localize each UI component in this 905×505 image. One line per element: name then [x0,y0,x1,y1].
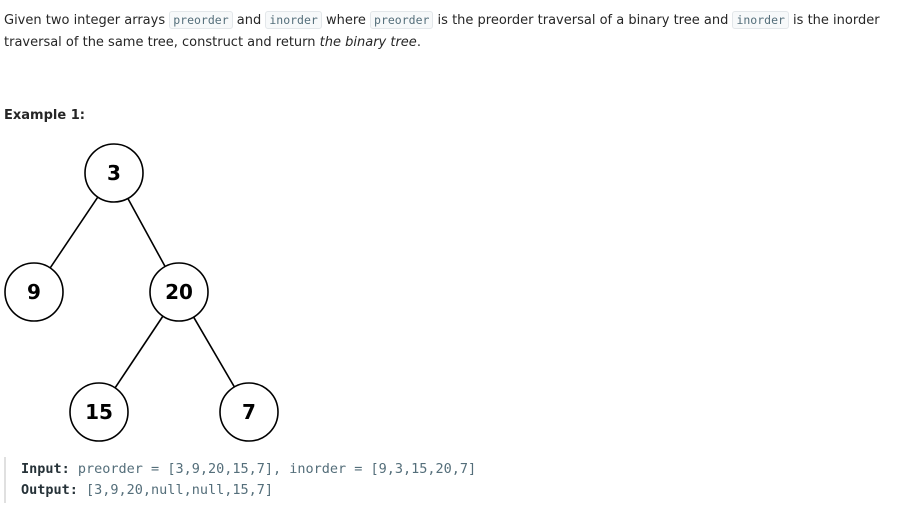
tree-node: 9 [4,262,64,322]
input-label: Input: [21,461,70,477]
code-preorder: preorder [169,11,233,29]
desc-text: . [416,34,421,50]
tree-node-label: 9 [27,280,41,304]
tree-node: 20 [149,262,209,322]
example-io-block: Input: preorder = [3,9,20,15,7], inorder… [4,457,476,503]
problem-description: Given two integer arrays preorder and in… [4,10,902,53]
tree-edge [49,196,99,269]
tree-node-label: 7 [242,400,256,424]
tree-node: 7 [219,382,279,442]
tree-node: 3 [84,143,144,203]
input-line: Input: preorder = [3,9,20,15,7], inorder… [21,459,476,480]
tree-edge [127,198,166,267]
output-label: Output: [21,482,78,498]
input-value: preorder = [3,9,20,15,7], inorder = [9,3… [69,461,477,477]
tree-node-label: 15 [85,400,113,424]
desc-text: is the preorder traversal of a binary tr… [433,13,733,28]
tree-node: 15 [69,382,129,442]
desc-text: Given two integer arrays [4,13,170,28]
output-value: [3,9,20,null,null,15,7] [77,482,273,498]
desc-emphasis: the binary tree [319,34,417,50]
code-preorder: preorder [370,11,434,29]
tree-edge [192,316,236,388]
code-inorder: inorder [265,11,322,29]
code-inorder: inorder [732,11,789,29]
tree-edge [114,315,164,389]
output-line: Output: [3,9,20,null,null,15,7] [21,480,476,501]
desc-text: where [321,13,371,28]
tree-nodes: 3 9 20 15 7 [4,143,279,442]
binary-tree-diagram: 3 9 20 15 7 [4,143,279,442]
example-title: Example 1: [4,108,85,123]
tree-node-label: 20 [165,280,193,304]
tree-node-label: 3 [107,161,121,185]
desc-text: and [232,13,266,28]
